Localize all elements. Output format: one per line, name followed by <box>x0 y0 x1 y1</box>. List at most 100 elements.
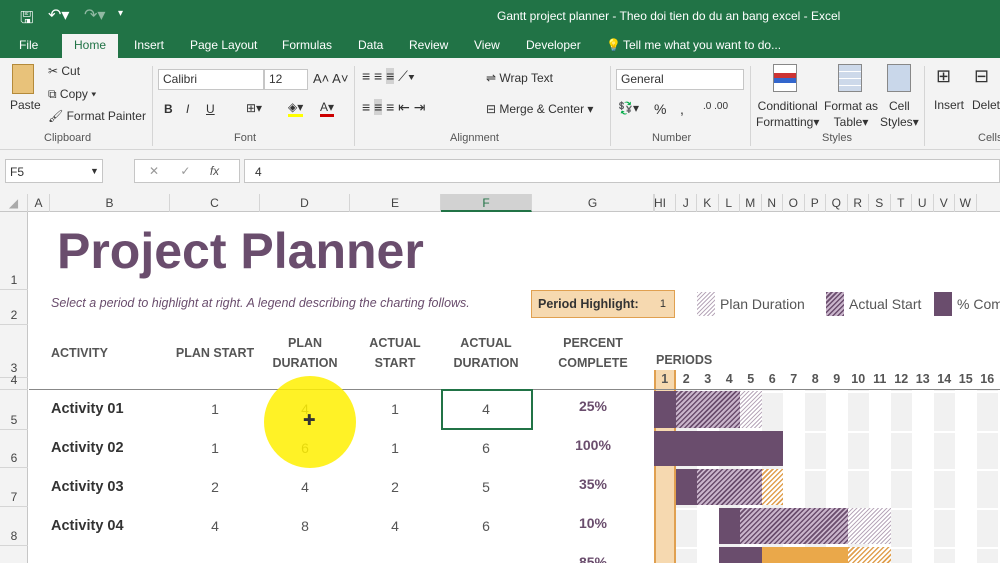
column-header-D[interactable]: D <box>260 194 350 212</box>
activity-name[interactable]: Activity 04 <box>51 518 124 534</box>
period-highlight-box[interactable]: Period Highlight: 1 <box>531 290 675 318</box>
actual-start-cell[interactable]: 2 <box>350 479 440 495</box>
tab-data[interactable]: Data <box>358 38 383 52</box>
align-top-icons[interactable]: ≡ ≡ ≡ ⟋▾ <box>362 68 415 85</box>
percent-style-button[interactable]: % <box>654 101 666 117</box>
undo-icon[interactable]: ↶▾ <box>48 5 69 25</box>
column-header-S[interactable]: S <box>869 194 891 212</box>
align-left-icons[interactable]: ≡ ≡ ≡ ⇤ ⇥ <box>362 99 426 116</box>
row-header-5[interactable]: 5 <box>0 390 28 430</box>
format-painter-button[interactable]: 🖌 Format Painter <box>48 109 146 123</box>
column-header-G[interactable]: G <box>532 194 654 212</box>
cancel-icon[interactable]: ✕ <box>149 164 159 178</box>
column-header-W[interactable]: W <box>955 194 977 212</box>
decimal-buttons-icon[interactable]: .0 .00 <box>703 101 728 112</box>
percent-complete-cell[interactable]: 100% <box>532 437 654 453</box>
column-header-P[interactable]: P <box>805 194 826 212</box>
select-all-corner[interactable]: ◢ <box>0 194 28 212</box>
column-header-T[interactable]: T <box>891 194 912 212</box>
redo-icon[interactable]: ↷▾ <box>84 5 105 25</box>
period-highlight-value[interactable]: 1 <box>660 298 666 310</box>
cut-button[interactable]: ✂ Cut <box>48 64 80 78</box>
column-header-E[interactable]: E <box>350 194 441 212</box>
font-color-icon[interactable]: A▾ <box>320 100 335 117</box>
row-header-4[interactable]: 4 <box>0 373 28 390</box>
customize-qat-icon[interactable]: ▾ <box>118 8 123 19</box>
wrap-text-button[interactable]: ⇌ Wrap Text <box>486 71 553 85</box>
formula-input[interactable]: 4 <box>244 159 1000 183</box>
conditional-formatting-icon[interactable] <box>773 64 797 92</box>
conditional-formatting-button[interactable]: Conditional Formatting▾ <box>756 98 819 130</box>
percent-complete-cell[interactable]: 10% <box>532 515 654 531</box>
percent-complete-cell[interactable]: 25% <box>532 398 654 414</box>
copy-button[interactable]: ⧉ Copy ▾ <box>48 87 96 102</box>
comma-style-button[interactable]: , <box>680 101 684 117</box>
actual-duration-cell[interactable]: 6 <box>441 518 531 534</box>
activity-name[interactable]: Activity 02 <box>51 440 124 456</box>
row-header-3[interactable]: 3 <box>0 325 28 378</box>
paste-icon[interactable] <box>12 64 34 94</box>
column-header-Q[interactable]: Q <box>826 194 848 212</box>
activity-name[interactable]: Activity 01 <box>51 401 124 417</box>
font-name-select[interactable]: Calibri <box>158 69 264 90</box>
column-header-V[interactable]: V <box>934 194 955 212</box>
insert-cells-icon[interactable]: ⊞ <box>936 66 951 87</box>
tell-me-search[interactable]: Tell me what you want to do... <box>623 38 781 52</box>
plan-duration-cell[interactable]: 4 <box>260 479 350 495</box>
name-box[interactable]: F5 <box>5 159 103 183</box>
column-header-J[interactable]: J <box>676 194 697 212</box>
plan-start-cell[interactable]: 1 <box>170 401 260 417</box>
actual-start-cell[interactable]: 1 <box>350 440 440 456</box>
row-header-8[interactable]: 8 <box>0 507 28 546</box>
grow-font-button[interactable]: A˄ A˅ <box>313 71 348 86</box>
actual-duration-cell[interactable]: 6 <box>441 440 531 456</box>
plan-start-cell[interactable]: 1 <box>170 440 260 456</box>
paste-button[interactable]: Paste <box>10 98 41 112</box>
tab-home[interactable]: Home <box>62 34 119 58</box>
column-header-O[interactable]: O <box>783 194 805 212</box>
row-header-1[interactable]: 1 <box>0 212 28 290</box>
column-header-L[interactable]: L <box>719 194 740 212</box>
delete-cells-button[interactable]: Delete <box>972 98 1000 112</box>
tab-view[interactable]: View <box>474 38 500 52</box>
save-icon[interactable]: 🖫 <box>20 7 34 34</box>
plan-duration-cell[interactable]: 8 <box>260 518 350 534</box>
column-header-N[interactable]: N <box>762 194 783 212</box>
cell-styles-icon[interactable] <box>887 64 911 92</box>
enter-icon[interactable]: ✓ <box>180 164 190 178</box>
tab-insert[interactable]: Insert <box>134 38 164 52</box>
number-format-select[interactable]: General <box>616 69 744 90</box>
column-header-F[interactable]: F <box>441 194 532 212</box>
italic-button[interactable]: I <box>186 102 189 116</box>
percent-complete-cell[interactable]: 35% <box>532 476 654 492</box>
accounting-format-icon[interactable]: 💱▾ <box>618 101 639 115</box>
font-size-select[interactable]: 12 <box>264 69 308 90</box>
insert-function-icon[interactable]: fx <box>210 164 219 178</box>
actual-start-cell[interactable]: 1 <box>350 401 440 417</box>
column-header-U[interactable]: U <box>912 194 934 212</box>
row-header-7[interactable]: 7 <box>0 468 28 507</box>
column-header-A[interactable]: A <box>28 194 50 212</box>
tab-developer[interactable]: Developer <box>526 38 581 52</box>
tab-review[interactable]: Review <box>409 38 448 52</box>
column-header-M[interactable]: M <box>740 194 762 212</box>
column-header-R[interactable]: R <box>848 194 869 212</box>
underline-button[interactable]: U <box>206 102 215 116</box>
fill-color-icon[interactable]: ◈▾ <box>288 100 304 117</box>
column-header-I[interactable]: I <box>654 194 676 212</box>
actual-start-cell[interactable]: 4 <box>350 518 440 534</box>
cell-styles-button[interactable]: Cell Styles▾ <box>880 98 919 130</box>
percent-complete-cell[interactable]: 85% <box>532 554 654 563</box>
bold-button[interactable]: B <box>164 102 173 116</box>
column-header-B[interactable]: B <box>50 194 170 212</box>
plan-start-cell[interactable]: 4 <box>170 518 260 534</box>
delete-cells-icon[interactable]: ⊟ <box>974 66 989 87</box>
actual-duration-cell[interactable]: 5 <box>441 479 531 495</box>
merge-center-button[interactable]: ⊟ Merge & Center ▾ <box>486 102 593 116</box>
format-as-table-icon[interactable] <box>838 64 862 92</box>
row-header-2[interactable]: 2 <box>0 290 28 325</box>
activity-name[interactable]: Activity 03 <box>51 479 124 495</box>
borders-icon[interactable]: ⊞▾ <box>246 101 262 115</box>
insert-cells-button[interactable]: Insert <box>934 98 964 112</box>
column-header-K[interactable]: K <box>697 194 719 212</box>
